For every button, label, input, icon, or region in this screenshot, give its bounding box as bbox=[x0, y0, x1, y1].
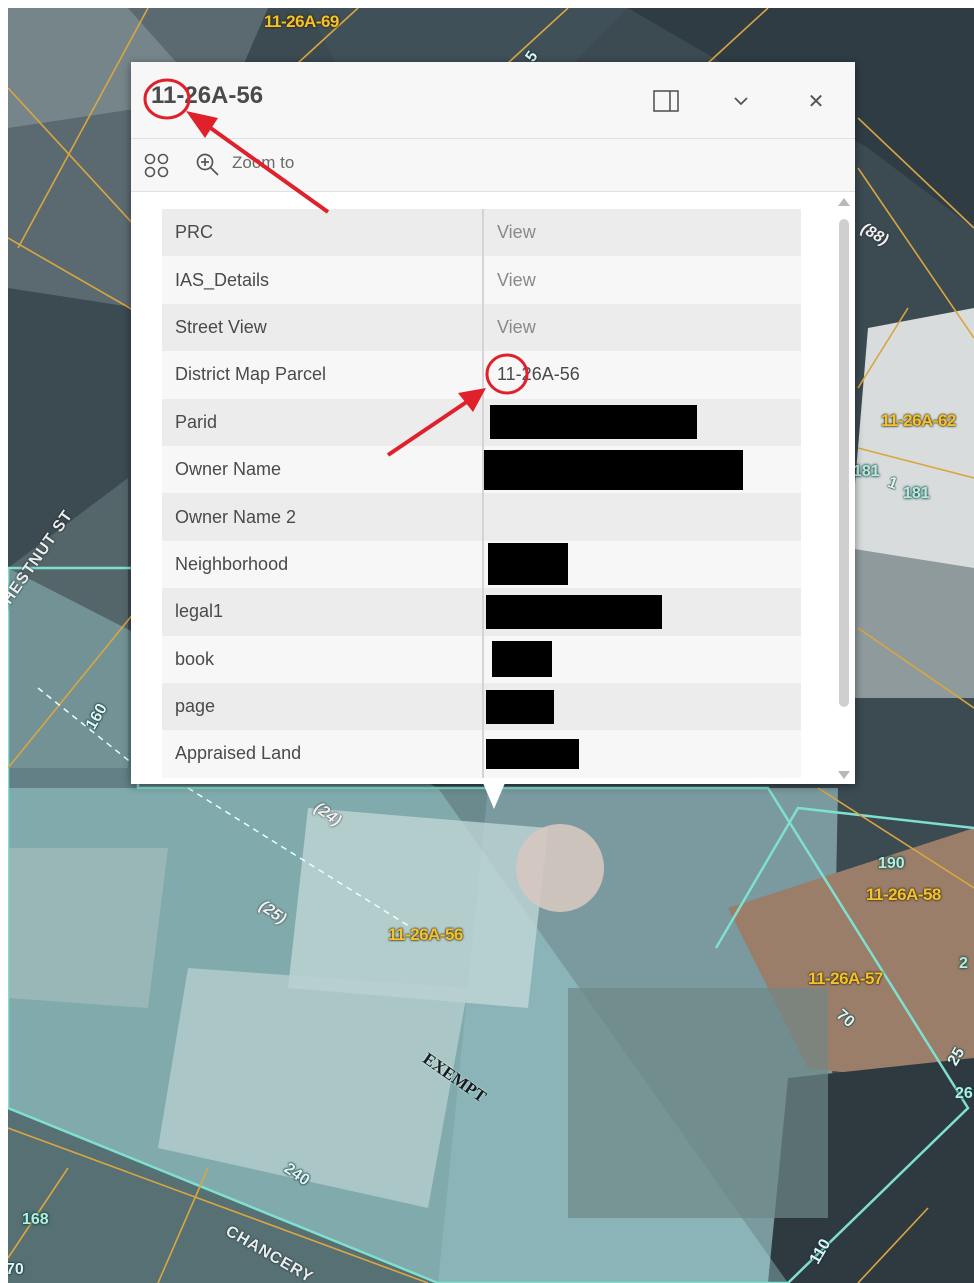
table-row: Owner Name 2 bbox=[162, 493, 801, 541]
feature-popup: 11-26A-56 ✕ Zoom to PRC View IAS_Details V… bbox=[131, 62, 855, 784]
redaction-box bbox=[486, 594, 662, 629]
field-name: Parid bbox=[162, 398, 484, 446]
field-name: page bbox=[162, 682, 484, 731]
field-name: IAS_Details bbox=[162, 256, 484, 304]
address-label: 168 bbox=[22, 1211, 49, 1228]
redacted-value bbox=[483, 682, 801, 731]
parcel-label[interactable]: 11-26A-58 bbox=[866, 885, 941, 905]
table-row: Owner Name bbox=[162, 445, 801, 494]
attribute-table: PRC View IAS_Details View Street View View … bbox=[162, 209, 801, 778]
ias-details-view-link[interactable]: View bbox=[483, 256, 801, 304]
actions-grid-icon[interactable] bbox=[143, 152, 171, 185]
redaction-box bbox=[488, 543, 568, 586]
field-name: legal1 bbox=[162, 588, 484, 636]
table-row: book bbox=[162, 635, 801, 683]
table-row: PRC View bbox=[162, 209, 801, 257]
field-name: Owner Name 2 bbox=[162, 493, 484, 541]
table-row: legal1 bbox=[162, 588, 801, 636]
district-map-parcel-value: 11-26A-56 bbox=[483, 351, 801, 399]
redacted-value bbox=[483, 588, 801, 636]
scrollbar-thumb[interactable] bbox=[839, 219, 849, 707]
field-name: Owner Name bbox=[162, 445, 484, 494]
parcel-label[interactable]: 11-26A-69 bbox=[264, 12, 339, 32]
popup-header: 11-26A-56 ✕ bbox=[131, 62, 855, 138]
field-name: PRC bbox=[162, 209, 484, 257]
field-name: Neighborhood bbox=[162, 540, 484, 589]
parcel-label[interactable]: 11-26A-62 bbox=[881, 411, 956, 431]
address-label: 70 bbox=[8, 1261, 24, 1278]
redaction-box bbox=[490, 405, 697, 440]
redacted-value bbox=[483, 730, 801, 778]
chevron-down-icon[interactable] bbox=[724, 84, 758, 118]
field-name: District Map Parcel bbox=[162, 351, 484, 399]
parcel-label[interactable]: 11-26A-57 bbox=[808, 969, 883, 989]
redaction-box bbox=[484, 449, 743, 490]
popup-scrollbar[interactable] bbox=[835, 197, 851, 782]
parcel-label[interactable]: 11-26A-56 bbox=[388, 925, 463, 945]
popup-toolbar: Zoom to bbox=[131, 138, 855, 192]
table-row: District Map Parcel 11-26A-56 bbox=[162, 351, 801, 399]
dock-side-icon[interactable] bbox=[649, 84, 683, 118]
redacted-value bbox=[483, 635, 801, 683]
table-row: Appraised Land bbox=[162, 730, 801, 778]
field-name: Appraised Land bbox=[162, 730, 484, 778]
table-row: IAS_Details View bbox=[162, 256, 801, 304]
popup-title: 11-26A-56 bbox=[151, 82, 264, 109]
zoom-to-button[interactable]: Zoom to bbox=[232, 153, 294, 173]
address-label: 181 bbox=[903, 485, 930, 502]
field-name: Street View bbox=[162, 303, 484, 352]
street-view-link[interactable]: View bbox=[483, 303, 801, 352]
redacted-value bbox=[483, 398, 801, 446]
prc-view-link[interactable]: View bbox=[483, 209, 801, 257]
table-row: Street View View bbox=[162, 303, 801, 352]
redaction-box bbox=[492, 641, 552, 678]
empty-value bbox=[483, 493, 801, 541]
attribute-table-container[interactable]: PRC View IAS_Details View Street View View … bbox=[131, 191, 855, 784]
close-icon[interactable]: ✕ bbox=[799, 84, 833, 118]
address-label: 190 bbox=[878, 855, 905, 872]
address-label: 181 bbox=[853, 463, 880, 480]
table-row: Neighborhood bbox=[162, 540, 801, 589]
redacted-value bbox=[483, 445, 801, 494]
popup-pointer bbox=[483, 783, 505, 809]
redacted-value bbox=[483, 540, 801, 589]
table-row: Parid bbox=[162, 398, 801, 446]
zoom-in-icon[interactable] bbox=[195, 152, 221, 183]
scroll-down-icon[interactable] bbox=[837, 770, 851, 780]
address-label: 26 bbox=[955, 1085, 973, 1102]
address-label: 2 bbox=[959, 955, 968, 972]
scroll-up-icon[interactable] bbox=[837, 197, 851, 207]
redaction-box bbox=[486, 738, 579, 769]
table-row: page bbox=[162, 682, 801, 731]
redaction-box bbox=[486, 689, 554, 724]
field-name: book bbox=[162, 635, 484, 683]
